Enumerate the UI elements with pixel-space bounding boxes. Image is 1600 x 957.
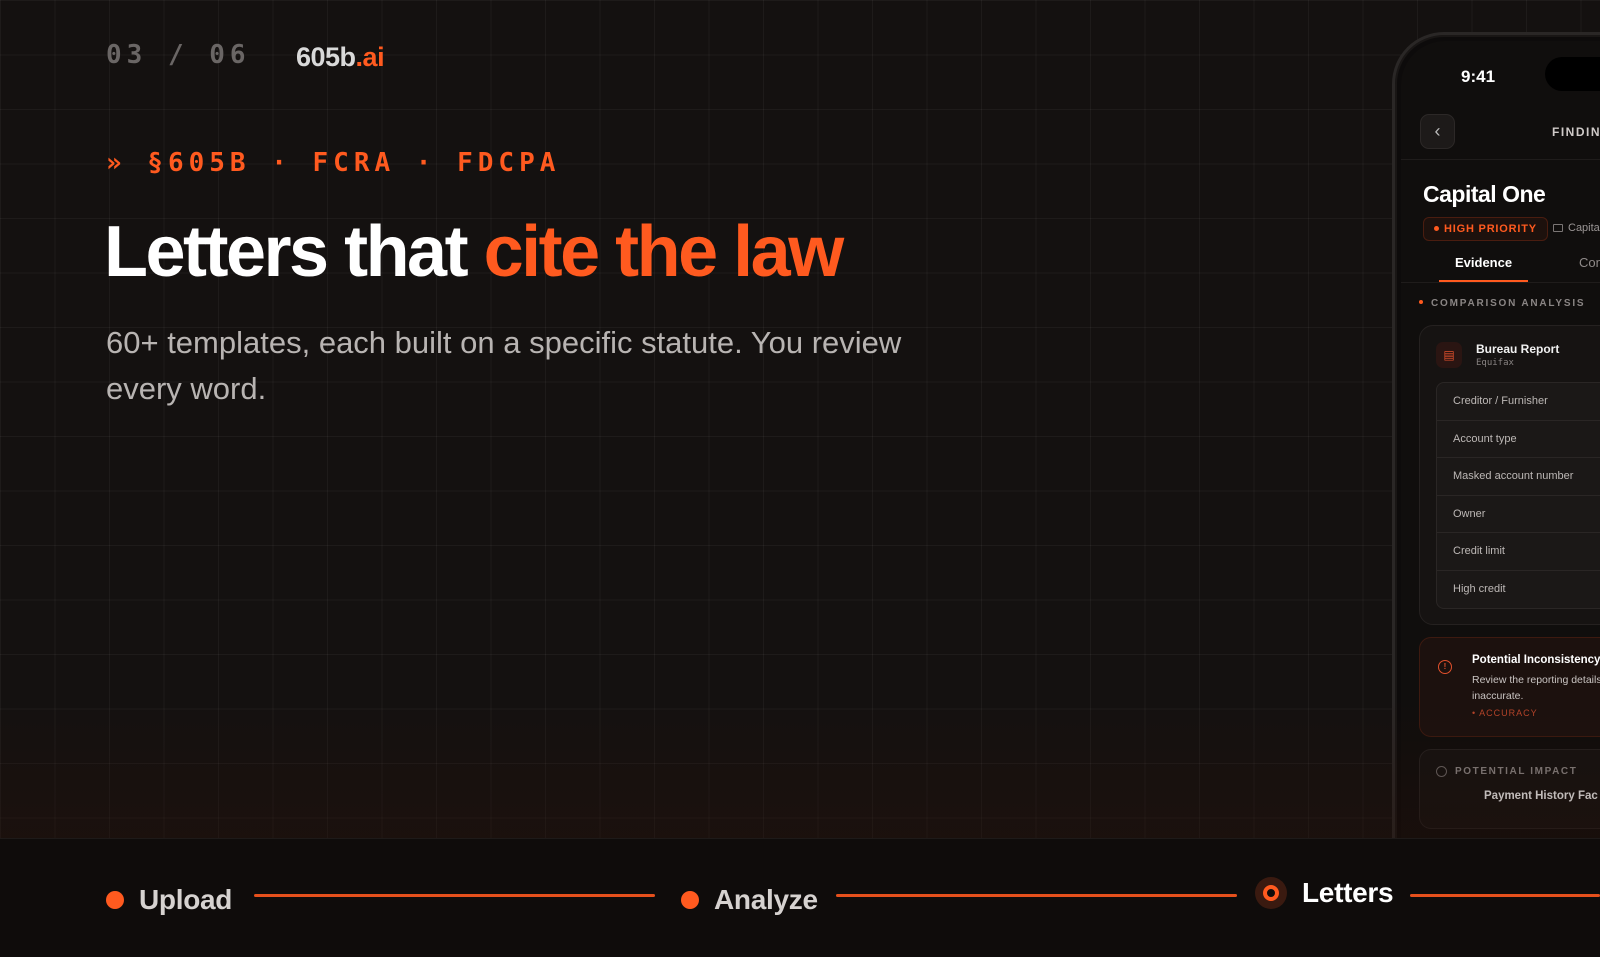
progress-track <box>254 894 655 897</box>
step-complete-icon <box>681 891 699 909</box>
statute-eyebrow: » §605B · FCRA · FDCPA <box>106 148 561 178</box>
info-icon <box>1436 766 1447 777</box>
step-label: Letters <box>1302 877 1394 908</box>
step-letters[interactable]: Letters <box>1255 877 1394 909</box>
bureau-report-card[interactable]: ▤ Bureau Report Equifax Creditor / Furni… <box>1419 325 1600 625</box>
list-item: Account type <box>1437 421 1600 458</box>
alert-tag: • ACCURACY <box>1472 708 1538 718</box>
section-title-label: COMPARISON ANALYSIS <box>1431 298 1586 309</box>
screen-header-title: FINDING <box>1552 125 1600 139</box>
account-meta-label: Capita <box>1568 222 1600 234</box>
brand-name: 605b <box>296 42 356 72</box>
report-title: Bureau Report <box>1476 342 1560 356</box>
section-dot-icon <box>1419 300 1423 305</box>
list-item: High credit <box>1453 582 1506 595</box>
inconsistency-alert[interactable]: ! Potential Inconsistency Review the rep… <box>1419 637 1600 737</box>
progress-track <box>836 894 1237 897</box>
brand-logo[interactable]: 605b.ai <box>296 42 385 73</box>
phone-screen: 9:41 ‹ FINDING Capital One HIGH PRIORITY… <box>1401 41 1600 838</box>
document-icon: ▤ <box>1436 342 1462 368</box>
progress-footer: Upload Analyze Letters <box>0 838 1600 957</box>
headline-white: Letters that <box>104 212 484 292</box>
alert-title: Potential Inconsistency <box>1472 654 1600 666</box>
alert-body: Review the reporting details this item i… <box>1472 674 1600 702</box>
priority-badge: HIGH PRIORITY <box>1423 217 1548 241</box>
company-name: Capital One <box>1423 181 1546 207</box>
report-bureau: Equifax <box>1476 358 1514 368</box>
report-fields: Creditor / Furnisher Account type Masked… <box>1436 382 1600 609</box>
status-time: 9:41 <box>1461 67 1496 86</box>
step-label: Upload <box>139 884 233 915</box>
tab-next[interactable]: Con <box>1579 255 1600 270</box>
headline-accent: cite the law <box>483 212 845 292</box>
step-analyze[interactable]: Analyze <box>681 884 818 916</box>
hero-subtitle: 60+ templates, each built on a specific … <box>106 325 902 406</box>
tabs-divider <box>1401 282 1600 283</box>
slide-counter: 03 / 06 <box>106 40 251 70</box>
section-title: COMPARISON ANALYSIS <box>1419 298 1585 309</box>
progress-track <box>1410 894 1600 897</box>
slide-stage: 03 / 06 605b.ai » §605B · FCRA · FDCPA L… <box>0 0 1600 838</box>
account-meta: Capita <box>1553 222 1600 234</box>
phone-mockup: 9:41 ‹ FINDING Capital One HIGH PRIORITY… <box>1392 32 1600 838</box>
impact-item: Payment History Fac <box>1484 790 1598 802</box>
chevron-left-icon[interactable]: ‹ <box>1420 114 1455 149</box>
brand-suffix: .ai <box>355 42 385 72</box>
list-item: Owner <box>1437 496 1600 533</box>
priority-dot-icon <box>1434 225 1439 231</box>
impact-card[interactable]: POTENTIAL IMPACT Payment History Fac <box>1419 749 1600 829</box>
header-divider <box>1401 159 1600 160</box>
step-label: Analyze <box>714 884 818 915</box>
impact-title: POTENTIAL IMPACT <box>1455 766 1578 777</box>
priority-label: HIGH PRIORITY <box>1444 223 1537 235</box>
page-title: Letters that cite the law <box>104 212 845 292</box>
list-item: Credit limit <box>1437 533 1600 571</box>
step-complete-icon <box>106 891 124 909</box>
list-item: Masked account number <box>1437 458 1600 496</box>
dynamic-island <box>1545 57 1600 91</box>
card-icon <box>1553 224 1563 233</box>
step-current-icon <box>1255 877 1287 909</box>
step-upload[interactable]: Upload <box>106 884 232 916</box>
tab-evidence[interactable]: Evidence <box>1455 255 1512 270</box>
list-item: Creditor / Furnisher <box>1437 383 1600 421</box>
alert-icon: ! <box>1438 660 1452 674</box>
